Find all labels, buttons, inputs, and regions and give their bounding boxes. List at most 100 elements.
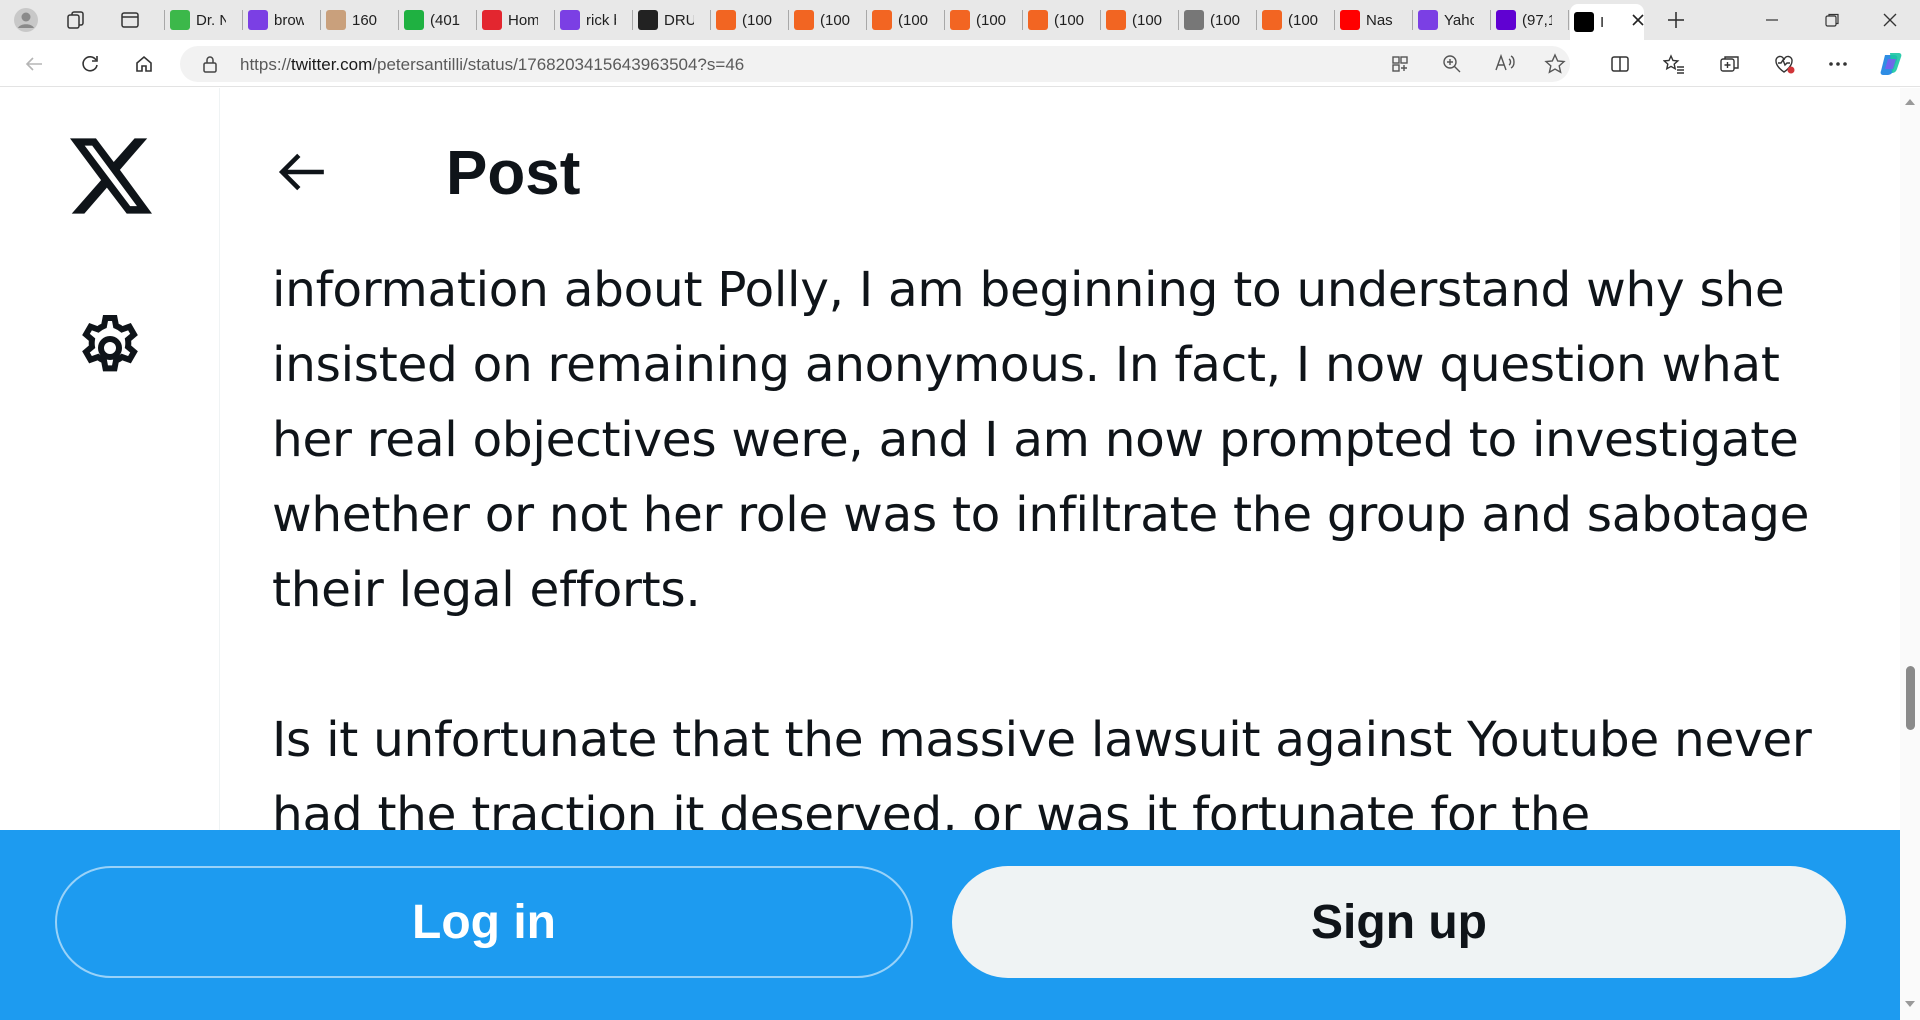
bookmark-icon [950,10,970,30]
browser-tab[interactable]: (4016 [400,6,474,34]
browser-tab[interactable]: (100) [1180,6,1254,34]
back-arrow-icon[interactable] [278,150,328,199]
tab-separator [1256,10,1257,30]
browser-tab[interactable]: brow [244,6,318,34]
browser-tab[interactable]: (100) [1024,6,1098,34]
browser-tab[interactable]: Nas [1336,6,1410,34]
x-logo-icon[interactable] [70,138,152,219]
browser-tab[interactable]: (100) [790,6,864,34]
tab-title: (4016 [430,11,460,29]
app-available-icon[interactable] [1390,54,1410,79]
favorite-star-icon[interactable] [1544,53,1566,80]
tab-title: Dr. N [196,11,226,29]
mail-icon [1496,10,1516,30]
tab-separator [320,10,321,30]
tab-separator [242,10,243,30]
read-aloud-icon[interactable] [1494,53,1516,78]
tab-title: I [1600,13,1605,31]
settings-gear-icon[interactable] [74,312,146,389]
scrollbar-thumb[interactable] [1906,666,1915,730]
page-scrollbar[interactable] [1900,88,1920,1020]
scroll-down-icon[interactable] [1900,994,1920,1014]
bookmark-icon [1262,10,1282,30]
tab-title: Yaho [1444,11,1474,29]
workspaces-icon[interactable] [62,6,90,34]
close-window-button[interactable] [1860,0,1920,40]
browser-tab[interactable]: Dr. N [166,6,240,34]
tab-actions-icon[interactable] [116,6,144,34]
tab-close-icon[interactable] [1632,13,1644,31]
minimize-button[interactable] [1742,0,1802,40]
auth-bottom-bar: Log in Sign up [0,830,1900,1020]
tab-separator [1178,10,1179,30]
tab-separator [632,10,633,30]
tab-title: brow [274,11,304,29]
browser-tab[interactable]: (100) [1258,6,1332,34]
browser-tab[interactable]: (97,1 [1492,6,1566,34]
new-tab-button[interactable] [1662,6,1690,34]
post-header: Post [220,88,1900,248]
browser-tab[interactable]: (100) [1102,6,1176,34]
zoom-icon[interactable] [1442,54,1462,79]
browser-tab[interactable]: (100) [712,6,786,34]
tab-separator [944,10,945,30]
browser-tab[interactable]: DRUD [634,6,708,34]
bi-icon [326,10,346,30]
home-button[interactable] [130,50,158,78]
tab-separator [398,10,399,30]
address-bar[interactable]: https://twitter.com/petersantilli/status… [180,46,1570,82]
browser-tab[interactable]: 160 P [322,6,396,34]
favorites-icon[interactable] [1660,50,1688,78]
back-button[interactable] [20,50,48,78]
signup-button[interactable]: Sign up [952,866,1846,978]
copilot-icon[interactable] [1878,50,1906,78]
settings-more-icon[interactable] [1824,50,1852,78]
tab-separator [164,10,165,30]
url-text[interactable]: https://twitter.com/petersantilli/status… [240,55,744,75]
tab-title: (100) [976,11,1006,29]
tab-title: (100) [742,11,772,29]
tab-title: (100) [1210,11,1240,29]
tab-title: Nas [1366,11,1393,29]
tab-title: (100) [1132,11,1162,29]
login-button[interactable]: Log in [55,866,913,978]
x-logo-icon [1574,12,1594,32]
play-green-icon [170,10,190,30]
scroll-up-icon[interactable] [1900,92,1920,112]
tab-title: (100) [1288,11,1318,29]
tweet-paragraph: information about Polly, I am beginning … [272,262,1810,618]
bookmark-icon [1028,10,1048,30]
tab-separator [1100,10,1101,30]
browser-tab[interactable]: rick b [556,6,630,34]
browser-tab[interactable]: (100) [868,6,942,34]
red-icon [482,10,502,30]
lock-icon[interactable] [202,55,218,78]
tab-title: (97,1 [1522,11,1552,29]
tab-title: DRUD [664,11,694,29]
g-icon [404,10,424,30]
tab-separator [476,10,477,30]
yahoo-icon [560,10,580,30]
browser-tab[interactable]: Home [478,6,552,34]
refresh-button[interactable] [76,50,104,78]
tab-title: Home [508,11,538,29]
tab-separator [1412,10,1413,30]
gray-icon [1184,10,1204,30]
bookmark-icon [872,10,892,30]
tab-separator [866,10,867,30]
browser-essentials-icon[interactable] [1770,50,1798,78]
page-title: Post [446,139,581,208]
tab-separator [1334,10,1335,30]
collections-icon[interactable] [1716,50,1744,78]
bookmark-icon [1106,10,1126,30]
restore-button[interactable] [1802,0,1862,40]
browser-tab[interactable]: (100) [946,6,1020,34]
split-screen-icon[interactable] [1606,50,1634,78]
youtube-icon [1340,10,1360,30]
browser-tab[interactable]: Yaho [1414,6,1488,34]
profile-avatar-icon[interactable] [12,6,40,34]
browser-tab[interactable]: I [1570,4,1644,40]
tab-title: (100) [820,11,850,29]
tab-separator [788,10,789,30]
tab-title: 160 P [352,11,382,29]
